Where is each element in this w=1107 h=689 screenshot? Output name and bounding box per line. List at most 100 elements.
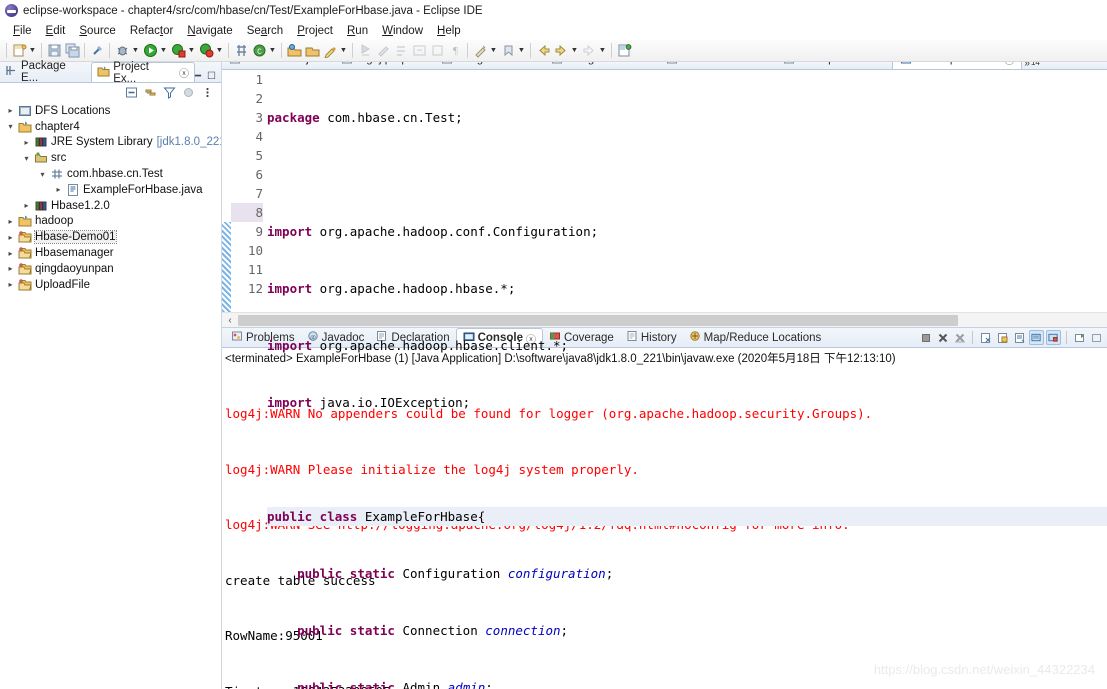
java-project-closed-icon bbox=[17, 246, 33, 260]
editor-tab-wordcount[interactable]: WordCount.java bbox=[222, 62, 334, 69]
maximize-icon[interactable]: ☐ bbox=[207, 71, 216, 82]
open-task-icon[interactable] bbox=[304, 43, 320, 59]
save-all-icon[interactable] bbox=[64, 43, 80, 59]
code-area[interactable]: 1 2 3 4 5 6 7 8 9 10 11 12 package com.h… bbox=[222, 69, 1107, 689]
save-icon[interactable] bbox=[46, 43, 62, 59]
tab-label: Project Ex... bbox=[113, 60, 149, 85]
forward-nav-icon[interactable] bbox=[581, 43, 597, 59]
tree-item-hadoop[interactable]: ▸ hadoop bbox=[0, 214, 221, 230]
tree-item-jre-system-library[interactable]: ▸ JRE System Library [jdk1.8.0_221] bbox=[0, 135, 221, 151]
collapse-all-icon[interactable] bbox=[124, 85, 138, 99]
external-tools-icon[interactable] bbox=[198, 43, 214, 59]
tree-item-hbase120[interactable]: ▸ Hbase1.2.0 bbox=[0, 198, 221, 214]
close-icon[interactable]: ⓧ bbox=[1004, 62, 1014, 67]
chevron-down-icon[interactable]: ▾ bbox=[4, 122, 17, 131]
editor-tab-mergesmallfiles[interactable]: MergeSmallFi... bbox=[434, 62, 545, 69]
debug-icon[interactable] bbox=[114, 43, 130, 59]
display-selected-console-icon[interactable] bbox=[1089, 330, 1104, 345]
next-annotation-icon[interactable] bbox=[393, 43, 409, 59]
tree-item-exampleforhbase-java[interactable]: ▸ ExampleForHbase.java bbox=[0, 182, 221, 198]
chevron-right-icon[interactable]: ▸ bbox=[4, 264, 17, 273]
link-with-editor-icon[interactable] bbox=[143, 85, 157, 99]
last-edit-dropdown-icon[interactable] bbox=[489, 43, 497, 59]
block-selection-icon[interactable] bbox=[429, 43, 445, 59]
editor-tab-hbaseconnect[interactable]: HBaseConnect... bbox=[659, 62, 776, 69]
chevron-right-icon[interactable]: ▸ bbox=[4, 106, 17, 115]
new-java-package-icon[interactable] bbox=[233, 43, 249, 59]
project-tree[interactable]: ▸ DFS Locations ▾ chapter4 ▸ JRE System … bbox=[0, 101, 221, 293]
tab-package-explorer[interactable]: Package E... bbox=[0, 60, 91, 84]
editor-tab-anagrammain[interactable]: AnagramMain.... bbox=[544, 62, 658, 69]
filter-icon[interactable] bbox=[162, 85, 176, 99]
new-wizard-dropdown-icon[interactable] bbox=[28, 43, 36, 59]
search-icon[interactable] bbox=[322, 43, 338, 59]
chevron-right-icon[interactable]: ▸ bbox=[4, 280, 17, 289]
menu-item-window[interactable]: Window bbox=[375, 24, 430, 38]
chevron-down-icon[interactable]: ▾ bbox=[36, 170, 49, 179]
toggle-mark-occurrences-icon[interactable] bbox=[357, 43, 373, 59]
code-lines[interactable]: package com.hbase.cn.Test; import org.ap… bbox=[267, 70, 1107, 689]
menu-item-refactor[interactable]: Refactor bbox=[123, 24, 180, 38]
chevron-right-icon[interactable]: ▸ bbox=[4, 249, 17, 258]
tree-item-hbasemanager[interactable]: ▸ Hbasemanager bbox=[0, 245, 221, 261]
menu-item-source[interactable]: Source bbox=[72, 24, 122, 38]
view-menu-icon[interactable] bbox=[200, 85, 214, 99]
editor-tab-overflow[interactable]: » 14 bbox=[1022, 62, 1043, 69]
code-editor[interactable]: 1 2 3 4 5 6 7 8 9 10 11 12 package com.h… bbox=[222, 69, 1107, 689]
focus-icon[interactable] bbox=[181, 85, 195, 99]
new-java-class-dropdown-icon[interactable] bbox=[268, 43, 276, 59]
chevron-right-icon[interactable]: ▸ bbox=[4, 233, 17, 242]
forward-dropdown-icon[interactable] bbox=[570, 43, 578, 59]
tab-project-explorer[interactable]: Project Ex... ⓧ bbox=[91, 60, 195, 85]
editor-horizontal-scrollbar[interactable]: ‹ bbox=[222, 312, 1107, 327]
chevron-right-icon[interactable]: ▸ bbox=[20, 201, 33, 210]
debug-dropdown-icon[interactable] bbox=[131, 43, 139, 59]
editor-tab-exampleforhbase-1[interactable]: ExampleForHb... bbox=[776, 62, 892, 69]
forward-icon[interactable] bbox=[553, 43, 569, 59]
menu-item-navigate[interactable]: Navigate bbox=[180, 24, 239, 38]
last-edit-location-icon[interactable] bbox=[472, 43, 488, 59]
next-edit-dropdown-icon[interactable] bbox=[517, 43, 525, 59]
open-type-icon[interactable] bbox=[286, 43, 302, 59]
run-dropdown-icon[interactable] bbox=[159, 43, 167, 59]
new-wizard-icon[interactable] bbox=[11, 43, 27, 59]
coverage-icon[interactable] bbox=[170, 43, 186, 59]
scroll-left-icon[interactable]: ‹ bbox=[222, 315, 238, 326]
menu-item-project[interactable]: Project bbox=[290, 24, 340, 38]
menu-item-run[interactable]: Run bbox=[340, 24, 375, 38]
menu-item-file[interactable]: File bbox=[6, 24, 39, 38]
pin-editor-icon[interactable] bbox=[616, 43, 632, 59]
tree-item-src[interactable]: ▾ src bbox=[0, 150, 221, 166]
search-dropdown-icon[interactable] bbox=[339, 43, 347, 59]
chevron-right-icon[interactable]: ▸ bbox=[52, 185, 65, 194]
menu-item-help[interactable]: Help bbox=[430, 24, 468, 38]
tree-item-package-com-hbase-cn-test[interactable]: ▾ com.hbase.cn.Test bbox=[0, 166, 221, 182]
menu-item-search[interactable]: Search bbox=[240, 24, 290, 38]
editor-tab-log4j-properties[interactable]: log4j.proper... bbox=[334, 62, 434, 69]
run-icon[interactable] bbox=[142, 43, 158, 59]
external-tools-dropdown-icon[interactable] bbox=[215, 43, 223, 59]
new-java-class-icon[interactable]: C bbox=[251, 43, 267, 59]
tree-item-dfs-locations[interactable]: ▸ DFS Locations bbox=[0, 103, 221, 119]
chevron-right-icon[interactable]: ▸ bbox=[20, 138, 33, 147]
next-edit-icon[interactable] bbox=[500, 43, 516, 59]
close-icon[interactable]: ⓧ bbox=[179, 65, 189, 80]
tree-item-qingdaoyunpan[interactable]: ▸ qingdaoyunpan bbox=[0, 261, 221, 277]
scrollbar-thumb[interactable] bbox=[238, 314, 958, 326]
tree-item-chapter4[interactable]: ▾ chapter4 bbox=[0, 119, 221, 135]
menu-item-edit[interactable]: Edit bbox=[39, 24, 73, 38]
skip-all-breakpoints-icon[interactable] bbox=[375, 43, 391, 59]
chevron-right-icon[interactable]: ▸ bbox=[4, 217, 17, 226]
editor-tab-exampleforhbase-active[interactable]: *ExampleForH... ⓧ bbox=[892, 62, 1023, 69]
previous-annotation-icon[interactable] bbox=[411, 43, 427, 59]
chevron-down-icon[interactable]: ▾ bbox=[20, 154, 33, 163]
minimize-icon[interactable]: ━ bbox=[195, 71, 201, 82]
link-icon[interactable] bbox=[89, 43, 105, 59]
forward-nav-dropdown-icon[interactable] bbox=[598, 43, 606, 59]
coverage-dropdown-icon[interactable] bbox=[187, 43, 195, 59]
remove-all-launches-icon[interactable] bbox=[952, 330, 967, 345]
show-whitespace-icon[interactable]: ¶ bbox=[447, 43, 463, 59]
back-icon[interactable] bbox=[535, 43, 551, 59]
tree-item-uploadfile[interactable]: ▸ UploadFile bbox=[0, 277, 221, 293]
tree-item-hbase-demo01[interactable]: ▸ Hbase-Demo01 bbox=[0, 229, 221, 245]
